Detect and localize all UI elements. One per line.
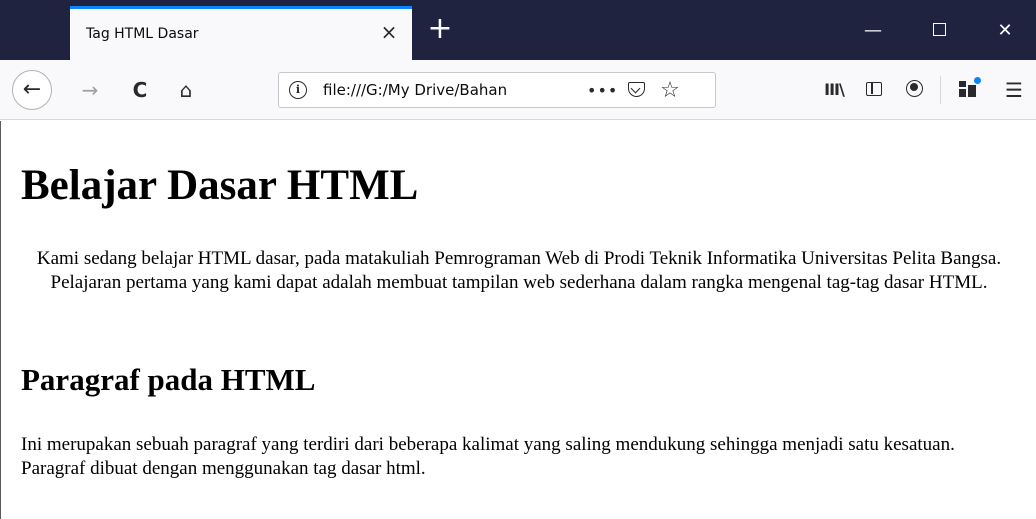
page-title: Belajar Dasar HTML [21, 162, 419, 209]
hamburger-menu-icon[interactable]: ☰ [998, 74, 1030, 106]
tab-active[interactable]: Tag HTML Dasar × [70, 6, 412, 60]
url-bar[interactable]: i file:///G:/My Drive/Bahan ••• ☆ [278, 72, 716, 108]
site-info-icon[interactable]: i [289, 81, 307, 99]
page-content: Belajar Dasar HTML Kami sedang belajar H… [0, 121, 1036, 519]
window-close-button[interactable]: ✕ [982, 12, 1028, 50]
intro-paragraph: Kami sedang belajar HTML dasar, pada mat… [36, 248, 1002, 293]
tab-close-icon[interactable]: × [376, 19, 402, 45]
section-paragraph: Ini merupakan sebuah paragraf yang terdi… [21, 434, 955, 479]
minimize-button[interactable]: — [850, 12, 896, 50]
title-bar: Tag HTML Dasar × + — ✕ [0, 0, 1036, 60]
home-button[interactable]: ⌂ [166, 70, 206, 110]
toolbar-divider [940, 76, 941, 104]
new-tab-button[interactable]: + [422, 12, 458, 48]
navigation-toolbar: ← → C ⌂ i file:///G:/My Drive/Bahan ••• … [0, 60, 1036, 120]
bookmark-star-icon[interactable]: ☆ [655, 76, 685, 106]
account-icon[interactable] [898, 74, 930, 106]
forward-button[interactable]: → [70, 70, 110, 110]
pocket-icon[interactable] [621, 76, 651, 106]
library-icon[interactable]: III\ [818, 74, 850, 106]
url-fade [511, 77, 563, 105]
maximize-icon [932, 23, 946, 36]
back-button[interactable]: ← [12, 70, 52, 110]
tab-title: Tag HTML Dasar [86, 26, 199, 42]
page-actions-icon[interactable]: ••• [587, 76, 617, 106]
section-heading: Paragraf pada HTML [21, 362, 316, 397]
notification-dot [974, 77, 981, 84]
reload-button[interactable]: C [120, 70, 160, 110]
sidebar-icon[interactable] [858, 74, 890, 106]
maximize-button[interactable] [916, 12, 962, 50]
